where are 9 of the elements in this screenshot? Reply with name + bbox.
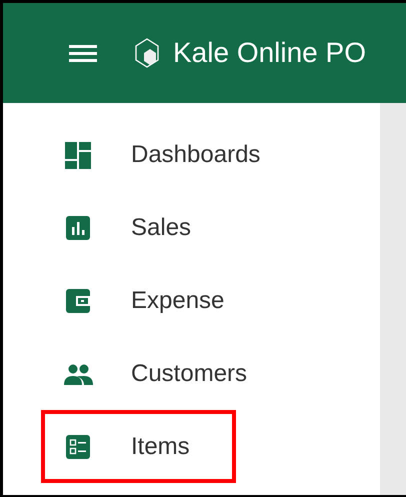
- sidebar-item[interactable]: Expense: [41, 264, 236, 337]
- sidebar-item[interactable]: Customers: [41, 337, 258, 410]
- sidebar-item[interactable]: Sales: [41, 191, 236, 264]
- hexagon-logo-icon: [135, 38, 159, 68]
- dashboard-icon: [63, 140, 93, 170]
- app-title: Kale Online PO: [173, 36, 366, 70]
- menu-icon[interactable]: [69, 43, 97, 63]
- sidebar-item[interactable]: Items: [41, 410, 236, 483]
- sidebar-item[interactable]: Dashboards: [41, 118, 270, 191]
